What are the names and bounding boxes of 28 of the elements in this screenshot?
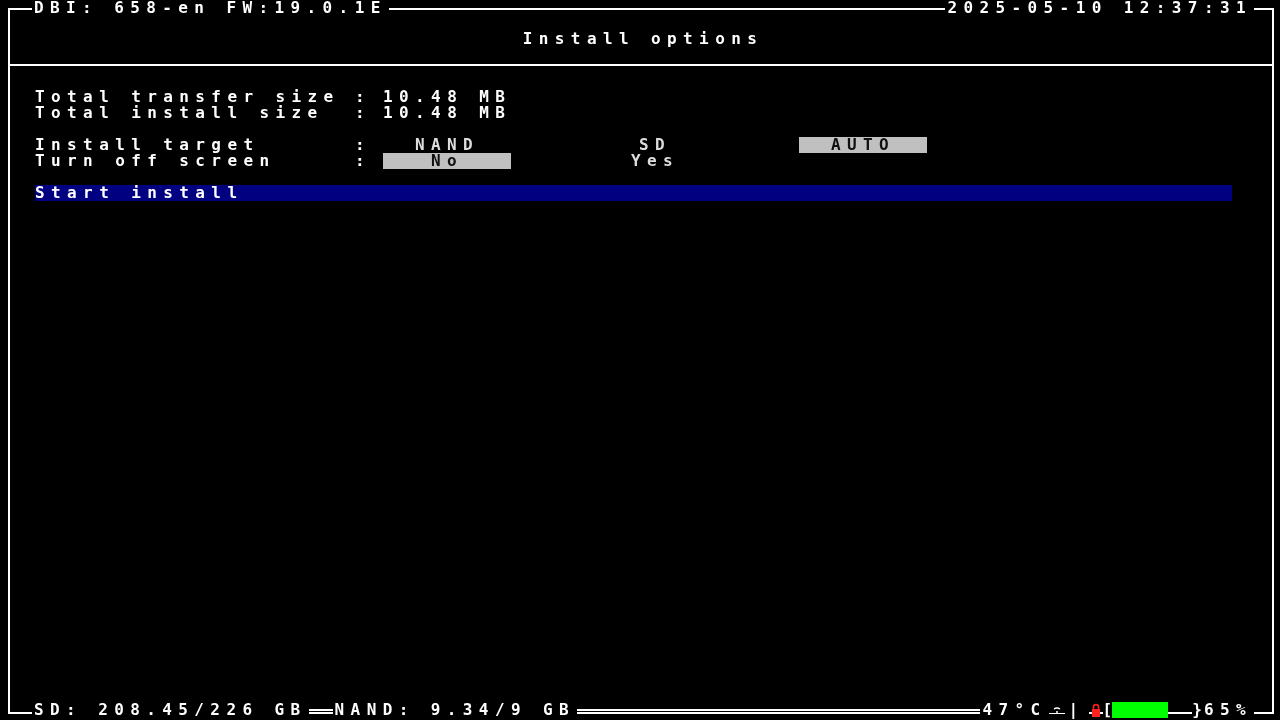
info-label: Total transfer size — [35, 89, 341, 105]
option-choice[interactable]: SD — [591, 137, 719, 153]
option-choice[interactable]: No — [383, 153, 511, 169]
header-app-info: DBI: 658-en FW:19.0.1E — [32, 0, 389, 16]
nand-storage: NAND: 9.34/9 GB — [332, 702, 578, 718]
option-choice[interactable]: AUTO — [799, 137, 927, 153]
separator-colon: : — [355, 137, 373, 153]
battery-bar-icon — [1112, 702, 1169, 718]
battery-percent: 65% — [1201, 702, 1254, 718]
battery-bracket: [ — [1102, 702, 1113, 718]
separator-colon: : — [355, 153, 373, 169]
option-label: Install target — [35, 137, 261, 153]
option-choice[interactable]: NAND — [383, 137, 511, 153]
header-datetime: 2025-05-10 12:37:31 — [945, 0, 1254, 16]
info-value: 10.48 MB — [383, 89, 512, 105]
info-label: Total install size — [35, 105, 325, 121]
separator-colon: : — [355, 105, 373, 121]
option-choice[interactable]: Yes — [591, 153, 719, 169]
info-value: 10.48 MB — [383, 105, 512, 121]
start-install-item[interactable]: Start install — [35, 185, 1232, 201]
lock-icon — [1090, 703, 1101, 717]
separator-colon: : — [355, 89, 373, 105]
option-label: Turn off screen — [35, 153, 277, 169]
battery-bracket: } — [1192, 702, 1202, 718]
temperature: 47°C — [980, 702, 1049, 718]
divider-bar: | — [1064, 702, 1089, 718]
sd-storage: SD: 208.45/226 GB — [32, 702, 309, 718]
screen-title: Install options — [521, 31, 765, 47]
